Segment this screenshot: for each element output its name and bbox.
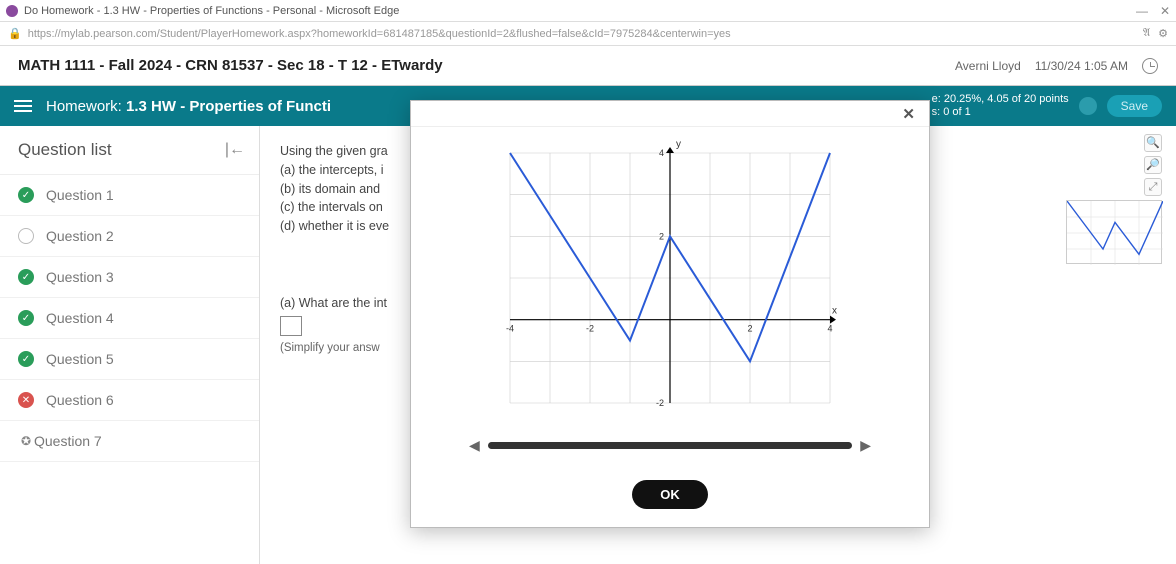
clock-icon (1142, 58, 1158, 74)
settings-icon[interactable]: ⚙ (1158, 27, 1168, 40)
question-label: Question 2 (46, 228, 114, 244)
zoom-in-icon[interactable]: 🔍 (1144, 134, 1162, 152)
question-label: Question 1 (46, 187, 114, 203)
svg-text:y: y (676, 139, 681, 150)
modal-close-button[interactable]: ✕ (896, 103, 921, 125)
svg-text:4: 4 (827, 324, 832, 334)
ok-button[interactable]: OK (632, 480, 708, 509)
save-button[interactable]: Save (1107, 95, 1162, 117)
status-done-icon: ✓ (18, 310, 34, 326)
banner-prefix: Homework: (46, 98, 122, 115)
browser-urlbar: 🔒 https://mylab.pearson.com/Student/Play… (0, 22, 1176, 46)
sidebar-question-item[interactable]: Question 2 (0, 216, 259, 257)
browser-titlebar: Do Homework - 1.3 HW - Properties of Fun… (0, 0, 1176, 22)
status-wrong-icon: ✕ (18, 392, 34, 408)
question-label: Question 3 (46, 269, 114, 285)
sidebar-question-item[interactable]: ✓ Question 1 (0, 175, 259, 216)
sidebar-title: Question list (18, 140, 112, 160)
question-label: Question 6 (46, 392, 114, 408)
datetime: 11/30/24 1:05 AM (1035, 59, 1128, 73)
reader-icon[interactable]: 𝔄 (1143, 27, 1150, 40)
banner-title: 1.3 HW - Properties of Functi (126, 98, 331, 115)
pearson-favicon (6, 5, 18, 17)
question-sidebar: Question list |← ✓ Question 1 Question 2 ✓ Q… (0, 126, 260, 564)
zoom-out-icon[interactable]: 🔎 (1144, 156, 1162, 174)
svg-text:2: 2 (659, 231, 664, 241)
print-icon[interactable] (1079, 97, 1097, 115)
question-label: Question 5 (46, 351, 114, 367)
answer-input[interactable] (280, 316, 302, 336)
status-done-icon: ✓ (18, 269, 34, 285)
svg-text:4: 4 (659, 148, 664, 158)
minimize-icon[interactable]: — (1136, 4, 1148, 18)
expand-icon[interactable]: ⤢ (1144, 178, 1162, 196)
svg-text:2: 2 (747, 324, 752, 334)
course-title: MATH 1111 - Fall 2024 - CRN 81537 - Sec … (18, 57, 443, 74)
course-header: MATH 1111 - Fall 2024 - CRN 81537 - Sec … (0, 46, 1176, 86)
graph-modal: ✕ -4 -2 2 4 -2 2 4 y x ◀ ▶ OK (410, 100, 930, 528)
sidebar-question-item[interactable]: ✪Question 7 (0, 421, 259, 462)
question-label: Question 4 (46, 310, 114, 326)
close-icon[interactable]: ✕ (1160, 4, 1170, 18)
status-done-icon: ✓ (18, 351, 34, 367)
score-line-2: s: 0 of 1 (932, 106, 1069, 119)
sidebar-question-item[interactable]: ✓ Question 5 (0, 339, 259, 380)
modal-header: ✕ (411, 101, 929, 127)
sidebar-question-item[interactable]: ✕ Question 6 (0, 380, 259, 421)
status-open-icon (18, 228, 34, 244)
scroll-left-icon[interactable]: ◀ (469, 437, 480, 454)
score-line-1: e: 20.25%, 4.05 of 20 points (932, 93, 1069, 106)
graph-scrollbar[interactable]: ◀ ▶ (469, 437, 871, 454)
question-label: Question 7 (34, 433, 102, 449)
sidebar-question-item[interactable]: ✓ Question 3 (0, 257, 259, 298)
status-done-icon: ✓ (18, 187, 34, 203)
menu-icon[interactable] (14, 97, 32, 115)
sidebar-header: Question list |← (0, 140, 259, 174)
status-partial-icon: ✪ (18, 434, 34, 448)
lock-icon: 🔒 (8, 27, 22, 40)
scroll-right-icon[interactable]: ▶ (860, 437, 871, 454)
svg-text:-2: -2 (586, 324, 594, 334)
svg-text:-2: -2 (656, 398, 664, 408)
scroll-track[interactable] (488, 442, 852, 449)
url-text[interactable]: https://mylab.pearson.com/Student/Player… (28, 28, 731, 40)
score-box: e: 20.25%, 4.05 of 20 points s: 0 of 1 (932, 93, 1069, 119)
user-name: Averni Lloyd (955, 59, 1021, 73)
window-title: Do Homework - 1.3 HW - Properties of Fun… (24, 5, 399, 17)
graph-thumbnail-panel: 🔍 🔎 ⤢ (1066, 134, 1162, 264)
collapse-icon[interactable]: |← (225, 141, 245, 159)
graph-thumbnail[interactable] (1066, 200, 1162, 264)
sidebar-question-item[interactable]: ✓ Question 4 (0, 298, 259, 339)
graph-enlarged: -4 -2 2 4 -2 2 4 y x (490, 133, 850, 433)
svg-text:x: x (832, 306, 837, 317)
svg-text:-4: -4 (506, 324, 514, 334)
